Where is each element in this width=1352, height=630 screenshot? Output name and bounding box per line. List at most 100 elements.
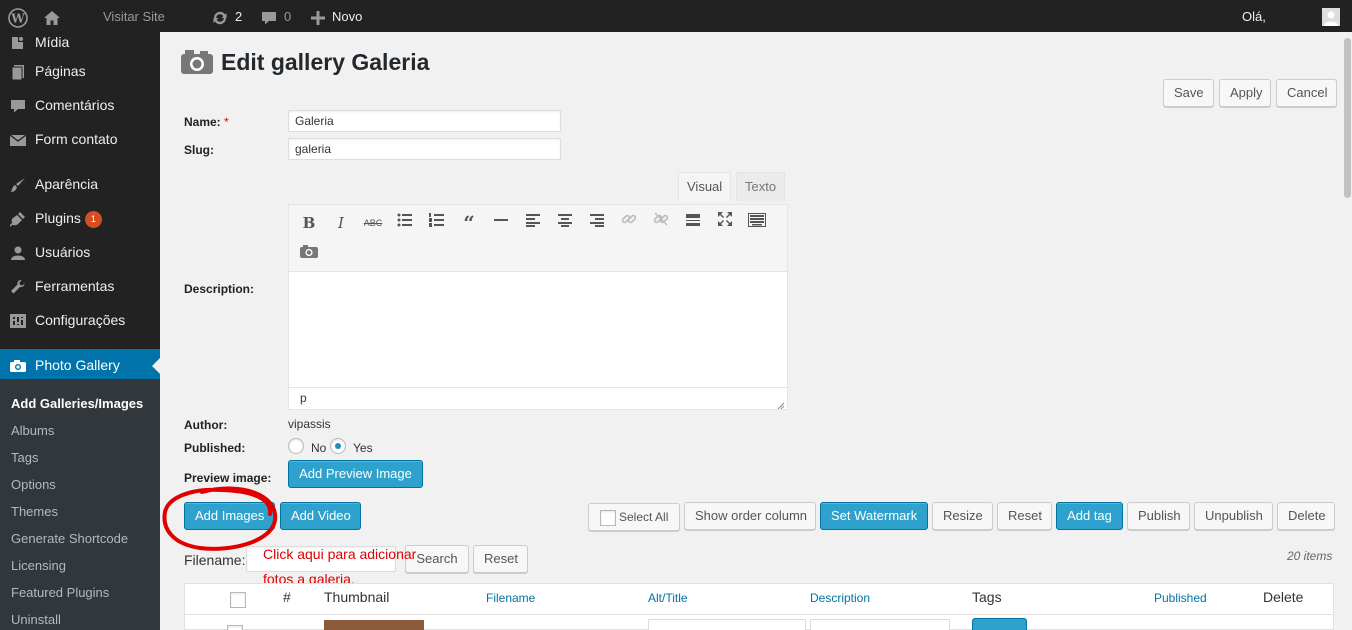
set-watermark-button[interactable]: Set Watermark xyxy=(820,502,928,530)
avatar[interactable] xyxy=(1322,7,1340,26)
sidebar-item-label: Plugins 1 xyxy=(35,210,102,228)
apply-button[interactable]: Apply xyxy=(1219,79,1271,107)
scrollbar-thumb[interactable] xyxy=(1344,38,1351,198)
greeting-text[interactable]: Olá, xyxy=(1242,0,1266,32)
editor-toolbar: B I ABC “ xyxy=(289,205,787,272)
sidebar-item-photo-gallery[interactable]: Photo Gallery xyxy=(0,349,160,383)
sidebar-item-settings[interactable]: Configurações xyxy=(0,304,160,338)
updates-icon[interactable] xyxy=(211,0,229,32)
plus-icon[interactable] xyxy=(310,0,326,32)
align-right-icon[interactable] xyxy=(585,211,609,235)
svg-text:W: W xyxy=(10,11,25,25)
new-menu[interactable]: Novo xyxy=(332,0,362,32)
tab-text[interactable]: Texto xyxy=(736,172,786,201)
strikethrough-icon[interactable]: ABC xyxy=(361,211,385,235)
published-no-radio[interactable] xyxy=(288,438,304,454)
items-count: 20 items xyxy=(1287,549,1333,563)
plugin-icon xyxy=(9,210,27,228)
sidebar-item-tools[interactable]: Ferramentas xyxy=(0,270,160,304)
unpublish-button[interactable]: Unpublish xyxy=(1194,502,1273,530)
horizontal-line-icon[interactable] xyxy=(489,211,513,235)
submenu-themes[interactable]: Themes xyxy=(11,504,58,519)
read-more-icon[interactable] xyxy=(681,211,705,235)
active-menu-arrow xyxy=(152,358,160,374)
sidebar-item-appearance[interactable]: Aparência xyxy=(0,168,160,202)
reset-button[interactable]: Reset xyxy=(997,502,1052,530)
row-add-tag-button[interactable] xyxy=(972,618,1027,630)
unlink-icon[interactable] xyxy=(649,211,673,235)
admin-sidebar: Mídia Páginas Comentários Form contato A… xyxy=(0,32,160,630)
tab-visual[interactable]: Visual xyxy=(678,172,732,201)
submenu-tags[interactable]: Tags xyxy=(11,450,38,465)
filename-filter-label: Filename: xyxy=(184,552,246,568)
name-input[interactable]: Galeria xyxy=(288,110,561,132)
align-center-icon[interactable] xyxy=(553,211,577,235)
scrollbar-track[interactable] xyxy=(1343,32,1352,630)
numbered-list-icon[interactable] xyxy=(425,211,449,235)
published-no-label: No xyxy=(311,441,327,455)
comments-icon xyxy=(9,97,27,115)
camera-icon xyxy=(9,357,27,375)
sidebar-item-label: Usuários xyxy=(35,244,91,260)
italic-icon[interactable]: I xyxy=(329,211,353,235)
fullscreen-icon[interactable] xyxy=(713,211,737,235)
bold-icon[interactable]: B xyxy=(297,211,321,235)
show-order-column-button[interactable]: Show order column xyxy=(684,502,816,530)
sidebar-item-users[interactable]: Usuários xyxy=(0,236,160,270)
resize-handle-icon[interactable] xyxy=(776,398,785,410)
publish-button[interactable]: Publish xyxy=(1127,502,1190,530)
sidebar-item-label: Páginas xyxy=(35,63,86,79)
resize-button[interactable]: Resize xyxy=(932,502,993,530)
sidebar-item-label: Aparência xyxy=(35,176,99,192)
blockquote-icon[interactable]: “ xyxy=(457,211,481,235)
plugins-label: Plugins xyxy=(35,210,81,226)
slug-input[interactable]: galeria xyxy=(288,138,561,160)
add-video-button[interactable]: Add Video xyxy=(280,502,361,530)
insert-link-icon[interactable] xyxy=(617,211,641,235)
comments-icon[interactable] xyxy=(260,0,278,32)
add-tag-button[interactable]: Add tag xyxy=(1056,502,1123,530)
add-preview-image-button[interactable]: Add Preview Image xyxy=(288,460,423,488)
keyboard-toolbar-toggle-icon[interactable] xyxy=(745,211,769,235)
plugins-update-badge: 1 xyxy=(84,211,102,228)
submenu-featured-plugins[interactable]: Featured Plugins xyxy=(11,585,109,600)
submenu-albums[interactable]: Albums xyxy=(11,423,54,438)
submenu-generate-shortcode[interactable]: Generate Shortcode xyxy=(11,531,128,546)
select-all-checkbox[interactable] xyxy=(600,510,616,526)
photo-gallery-submenu: Add Galleries/Images Albums Tags Options… xyxy=(0,379,160,630)
sidebar-item-form-contato[interactable]: Form contato xyxy=(0,123,160,157)
bullet-list-icon[interactable] xyxy=(393,211,417,235)
brush-icon xyxy=(9,176,27,194)
description-editor: B I ABC “ p xyxy=(288,204,788,410)
row-checkbox[interactable] xyxy=(227,625,243,630)
row-thumbnail-image[interactable] xyxy=(324,620,424,630)
cancel-button[interactable]: Cancel xyxy=(1276,79,1337,107)
submenu-add-galleries[interactable]: Add Galleries/Images xyxy=(11,396,143,411)
row-description-input[interactable] xyxy=(810,619,950,630)
select-all-rows-checkbox[interactable] xyxy=(230,592,246,608)
column-header-published[interactable]: Published xyxy=(1154,591,1207,605)
save-button[interactable]: Save xyxy=(1163,79,1214,107)
name-label: Name: * xyxy=(184,115,229,129)
row-alt-input[interactable] xyxy=(648,619,806,630)
column-header-filename[interactable]: Filename xyxy=(486,591,535,605)
updates-count[interactable]: 2 xyxy=(235,0,242,32)
delete-button[interactable]: Delete xyxy=(1277,502,1335,530)
align-left-icon[interactable] xyxy=(521,211,545,235)
select-all-button[interactable]: Select All xyxy=(588,503,680,531)
published-yes-radio[interactable] xyxy=(330,438,346,454)
sidebar-item-comments[interactable]: Comentários xyxy=(0,89,160,123)
mail-icon xyxy=(9,131,27,149)
published-yes-label: Yes xyxy=(353,441,373,455)
column-header-alt-title[interactable]: Alt/Title xyxy=(648,591,688,605)
filter-reset-button[interactable]: Reset xyxy=(473,545,528,573)
sidebar-item-label: Photo Gallery xyxy=(35,357,120,373)
column-header-description[interactable]: Description xyxy=(810,591,870,605)
submenu-licensing[interactable]: Licensing xyxy=(11,558,66,573)
add-gallery-camera-icon[interactable] xyxy=(297,243,321,267)
submenu-options[interactable]: Options xyxy=(11,477,56,492)
submenu-uninstall[interactable]: Uninstall xyxy=(11,612,61,627)
sidebar-item-pages[interactable]: Páginas xyxy=(0,55,160,89)
comments-count[interactable]: 0 xyxy=(284,0,291,32)
sidebar-item-plugins[interactable]: Plugins 1 xyxy=(0,202,160,236)
